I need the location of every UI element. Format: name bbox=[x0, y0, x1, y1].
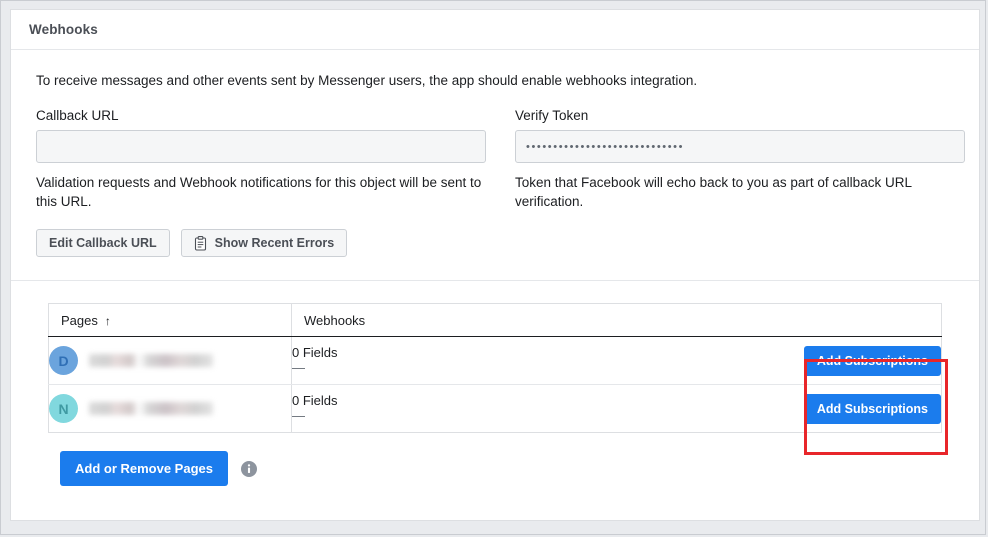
pages-table: Pages ↑ Webhooks D bbox=[48, 303, 942, 433]
pages-table-head: Pages ↑ Webhooks bbox=[49, 304, 942, 337]
column-header-pages[interactable]: Pages ↑ bbox=[49, 304, 292, 337]
card-body: To receive messages and other events sen… bbox=[11, 50, 979, 486]
add-subscriptions-button[interactable]: Add Subscriptions bbox=[804, 394, 941, 424]
fields-row: Callback URL Validation requests and Web… bbox=[36, 108, 954, 212]
sort-ascending-icon: ↑ bbox=[105, 314, 111, 328]
table-header-row: Pages ↑ Webhooks bbox=[49, 304, 942, 337]
show-recent-errors-label: Show Recent Errors bbox=[215, 236, 334, 250]
table-row: D 0 Fields — Add Subscriptions bbox=[49, 337, 942, 385]
avatar: N bbox=[49, 394, 78, 423]
page-name-redacted bbox=[89, 402, 213, 415]
add-subscriptions-button[interactable]: Add Subscriptions bbox=[804, 346, 941, 376]
fields-detail: — bbox=[292, 409, 617, 424]
webhooks-cell: 0 Fields — bbox=[292, 337, 617, 385]
show-recent-errors-button[interactable]: Show Recent Errors bbox=[181, 229, 347, 257]
webhooks-cell: 0 Fields — bbox=[292, 385, 617, 433]
footer-actions: Add or Remove Pages bbox=[36, 433, 954, 486]
callback-url-label: Callback URL bbox=[36, 108, 486, 123]
page-title: Webhooks bbox=[29, 22, 98, 37]
page-frame: Webhooks To receive messages and other e… bbox=[0, 0, 986, 535]
page-name-redacted bbox=[89, 354, 213, 367]
intro-text: To receive messages and other events sen… bbox=[36, 72, 954, 90]
callback-actions: Edit Callback URL Show Recent Errors bbox=[36, 229, 954, 280]
clipboard-icon bbox=[194, 236, 207, 251]
fields-detail: — bbox=[292, 361, 617, 376]
verify-token-label: Verify Token bbox=[515, 108, 965, 123]
pages-table-wrap: Pages ↑ Webhooks D bbox=[36, 281, 954, 433]
pages-table-body: D 0 Fields — Add Subscriptions bbox=[49, 337, 942, 433]
table-row: N 0 Fields — Add Subscriptions bbox=[49, 385, 942, 433]
info-icon[interactable] bbox=[241, 461, 257, 477]
verify-token-help: Token that Facebook will echo back to yo… bbox=[515, 174, 965, 212]
add-or-remove-pages-button[interactable]: Add or Remove Pages bbox=[60, 451, 228, 486]
card-header: Webhooks bbox=[11, 10, 979, 50]
edit-callback-url-button[interactable]: Edit Callback URL bbox=[36, 229, 170, 257]
callback-url-help: Validation requests and Webhook notifica… bbox=[36, 174, 486, 212]
verify-token-input[interactable]: ••••••••••••••••••••••••••••• bbox=[515, 130, 965, 163]
avatar: D bbox=[49, 346, 78, 375]
action-cell: Add Subscriptions bbox=[617, 385, 942, 433]
edit-callback-url-label: Edit Callback URL bbox=[49, 236, 157, 250]
action-cell: Add Subscriptions bbox=[617, 337, 942, 385]
column-header-webhooks: Webhooks bbox=[292, 304, 942, 337]
webhooks-card: Webhooks To receive messages and other e… bbox=[10, 9, 980, 521]
page-cell: N bbox=[49, 385, 292, 433]
column-header-pages-label: Pages bbox=[61, 313, 98, 328]
page-cell: D bbox=[49, 337, 292, 385]
fields-count: 0 Fields bbox=[292, 345, 617, 361]
callback-url-group: Callback URL Validation requests and Web… bbox=[36, 108, 486, 212]
verify-token-group: Verify Token •••••••••••••••••••••••••••… bbox=[515, 108, 965, 212]
column-header-webhooks-label: Webhooks bbox=[304, 313, 365, 328]
fields-count: 0 Fields bbox=[292, 393, 617, 409]
callback-url-input[interactable] bbox=[36, 130, 486, 163]
